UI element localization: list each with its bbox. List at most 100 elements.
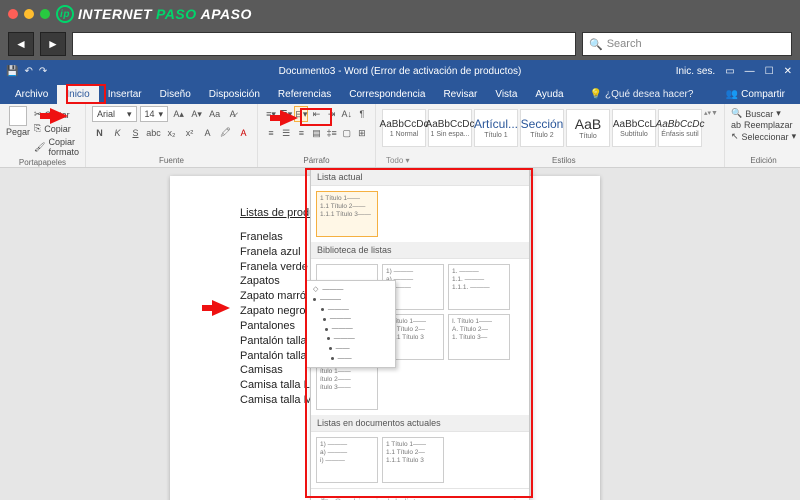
text-effects-button[interactable]: A [200,125,215,140]
section-lista-actual: Lista actual [311,169,529,186]
align-right-button[interactable]: ≡ [294,125,308,141]
tab-revisar[interactable]: Revisar [434,85,486,104]
tab-referencias[interactable]: Referencias [269,85,340,104]
tell-me-input[interactable]: 💡¿Qué desea hacer? [581,85,703,104]
tab-inicio[interactable]: Inicio [57,85,98,104]
tab-insertar[interactable]: Insertar [99,85,151,104]
font-name-select[interactable]: Arial▾ [92,106,137,122]
redo-icon[interactable]: ↷ [39,66,47,77]
ml-option[interactable]: 1. ———1.1. ———1.1.1. ——— [448,264,510,310]
align-left-button[interactable]: ≡ [264,125,278,141]
align-center-button[interactable]: ☰ [279,125,293,141]
tab-diseno[interactable]: Diseño [151,85,200,104]
change-list-level: ↹Cambiar nivel de lista▸ [311,493,529,500]
close-dot[interactable] [8,9,18,19]
subscript-button[interactable]: x₂ [164,125,179,140]
group-fuente: Arial▾ 14▾ A▴ A▾ Aa A̷ N K S abc x₂ x² A… [86,104,258,167]
font-color-button[interactable]: A [236,125,251,140]
change-case-button[interactable]: Aa [207,107,222,122]
style-subtitulo[interactable]: AaBbCcLSubtítulo [612,109,656,147]
tab-archivo[interactable]: Archivo [6,85,57,104]
back-button[interactable]: ◄ [8,32,34,56]
search-icon: 🔍 [731,108,742,119]
browser-titlebar: ip INTERNETPASOAPASO [0,0,800,28]
borders-button[interactable]: ⊞ [355,125,369,141]
select-button[interactable]: ↖Seleccionar ▾ [731,131,796,142]
close-icon[interactable]: ✕ [784,66,792,77]
ml-current-preview[interactable]: 1 Título 1——1.1 Título 2——1.1.1 Título 3… [316,191,378,237]
shading-button[interactable]: ▢ [340,125,354,141]
ribbon-tabs: Archivo Inicio Insertar Diseño Disposici… [0,82,800,104]
cursor-icon: ↖ [731,131,739,142]
tab-correspondencia[interactable]: Correspondencia [340,85,434,104]
strike-button[interactable]: abc [146,125,161,140]
grow-font-button[interactable]: A▴ [171,107,186,122]
style-sinespaciado[interactable]: AaBbCcDc1 Sin espa... [428,109,472,147]
search-input[interactable]: 🔍 Search [582,32,792,56]
highlight-button[interactable]: 🖍 [218,125,233,140]
find-button[interactable]: 🔍Buscar ▾ [731,108,796,119]
share-icon: 👥 [726,89,738,100]
bold-button[interactable]: N [92,125,107,140]
word-titlebar: 💾 ↶ ↷ Documento3 - Word (Error de activa… [0,60,800,82]
decrease-indent-button[interactable]: ⇤ [309,106,323,122]
replace-button[interactable]: abReemplazar [731,120,796,130]
justify-button[interactable]: ▤ [309,125,323,141]
minimize-icon[interactable]: — [745,66,755,77]
styles-more-button[interactable]: ▴▾▼ [704,109,718,117]
superscript-button[interactable]: x² [182,125,197,140]
increase-indent-button[interactable]: ⇥ [325,106,339,122]
annotation-arrow-icon [50,108,68,124]
format-painter-button[interactable]: 🖌Copiar formato [34,136,79,158]
style-normal[interactable]: AaBbCcDc1 Normal [382,109,426,147]
search-placeholder: Search [607,38,642,50]
url-input[interactable] [72,32,576,56]
bullet-hover-preview: ◇——— ——— ——— ——— ——— ——— —— —— [306,280,396,368]
share-button[interactable]: 👥Compartir [717,85,794,104]
save-icon[interactable]: 💾 [6,66,18,77]
style-titulo1[interactable]: Artícul...Título 1 [474,109,518,147]
section-biblioteca: Biblioteca de listas [311,242,529,259]
tab-ayuda[interactable]: Ayuda [526,85,572,104]
brand-badge-icon: ip [56,5,74,23]
group-edicion: 🔍Buscar ▾ abReemplazar ↖Seleccionar ▾ Ed… [725,104,800,167]
replace-icon: ab [731,120,741,130]
ml-doc-option[interactable]: 1) ———a) ———i) ——— [316,437,378,483]
clear-format-button[interactable]: A̷ [225,107,240,122]
paste-button[interactable]: Pegar [6,106,30,158]
show-marks-button[interactable]: ¶ [355,106,369,122]
ribbon-options-icon[interactable]: ▭ [725,66,734,77]
maximize-icon[interactable]: ☐ [765,66,774,77]
line-spacing-button[interactable]: ‡≡ [325,125,339,141]
search-icon: 🔍 [589,38,603,51]
ml-doc-option[interactable]: 1 Título 1——1.1 Título 2—1.1.1 Título 3 [382,437,444,483]
site-brand: ip INTERNETPASOAPASO [56,5,252,23]
brush-icon: 🖌 [34,142,45,153]
annotation-arrow-icon [212,300,230,316]
minimize-dot[interactable] [24,9,34,19]
tab-disposicion[interactable]: Disposición [200,85,269,104]
brand-text-1: INTERNET [78,6,152,22]
document-area[interactable]: Listas de productos Franelas Franela azu… [0,168,800,500]
ml-option[interactable]: I. Título 1——A. Título 2—1. Título 3— [448,314,510,360]
tab-vista[interactable]: Vista [486,85,526,104]
maximize-dot[interactable] [40,9,50,19]
ml-option[interactable]: ítulo 1——ítulo 2——ítulo 3—— [316,364,378,410]
undo-icon[interactable]: ↶ [24,66,32,77]
brand-text-2: APASO [201,6,252,22]
section-listas-doc: Listas en documentos actuales [311,415,529,432]
italic-button[interactable]: K [110,125,125,140]
browser-navbar: ◄ ► 🔍 Search [0,28,800,60]
group-parrafo: ≡▾ ≣▾ ⊟▾ ⇤ ⇥ A↓ ¶ ≡ ☰ ≡ ▤ ‡≡ ▢ ⊞ Párrafo [258,104,376,167]
style-enfasis[interactable]: AaBbCcDcÉnfasis sutil [658,109,702,147]
styles-todo[interactable]: Todo ▾ [382,156,410,167]
shrink-font-button[interactable]: A▾ [189,107,204,122]
underline-button[interactable]: S [128,125,143,140]
style-titulo2[interactable]: SecciónTítulo 2 [520,109,564,147]
font-size-select[interactable]: 14▾ [140,106,169,122]
style-titulo[interactable]: AaBTítulo [566,109,610,147]
forward-button[interactable]: ► [40,32,66,56]
sort-button[interactable]: A↓ [340,106,354,122]
signin-link[interactable]: Inic. ses. [676,66,715,77]
bulb-icon: 💡 [590,89,602,100]
